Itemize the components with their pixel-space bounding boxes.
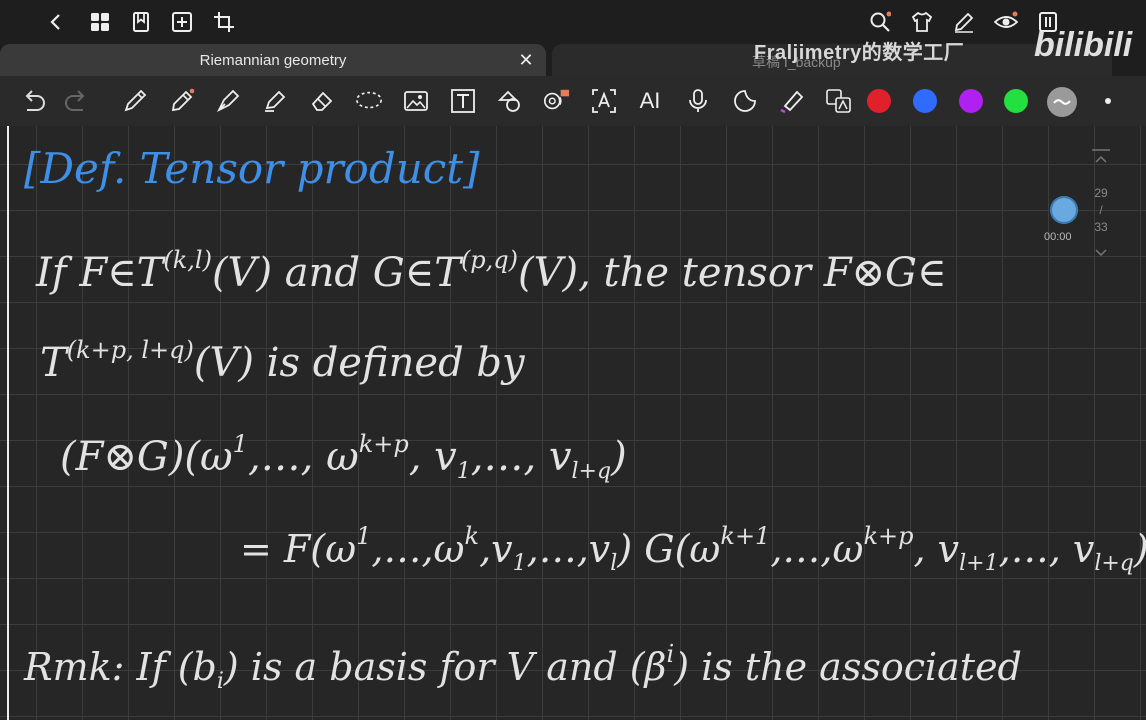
crop-icon[interactable]	[210, 8, 238, 36]
note-text: T	[40, 340, 67, 386]
note-text: Rmk: If (b	[24, 645, 217, 689]
note-superscript: k+p	[358, 430, 409, 458]
note-subscript: l+1	[959, 551, 999, 576]
recording-time: 00:00	[1044, 231, 1072, 243]
ocr-icon[interactable]	[542, 87, 570, 115]
tab-title: Riemannian geometry	[199, 52, 347, 69]
definition-heading: [Def. Tensor product]	[24, 144, 480, 193]
note-text: ) is the associated	[674, 645, 1022, 689]
undo-icon[interactable]	[20, 87, 48, 115]
note-text: ,…, v	[470, 434, 572, 480]
note-subscript: l+q	[1094, 551, 1134, 576]
drawing-toolbar: AI	[0, 76, 1146, 126]
note-text: ) G(ω	[617, 527, 721, 571]
note-superscript: k	[464, 522, 480, 550]
shapes-icon[interactable]	[496, 87, 524, 115]
note-line-4: = F(ω1,…,ωk,v1,…,vl) G(ωk+1,…,ωk+p, vl+1…	[240, 522, 1146, 576]
note-line-3: (F⊗G)(ω1,…, ωk+p, v1,…, vl+q)	[60, 430, 627, 484]
current-page: 29	[1094, 186, 1108, 200]
add-page-icon[interactable]	[168, 8, 196, 36]
color-blue-swatch[interactable]	[913, 89, 937, 113]
pen-style-swatch[interactable]	[1047, 87, 1077, 117]
note-canvas[interactable]	[0, 126, 1146, 720]
shirt-icon[interactable]	[908, 8, 936, 36]
note-text: ,…, ω	[247, 434, 359, 480]
note-subscript: 1	[512, 551, 527, 576]
note-text: )	[1134, 527, 1146, 571]
pencil-icon[interactable]	[168, 87, 196, 115]
close-icon[interactable]: ✕	[514, 48, 538, 72]
lasso-icon[interactable]	[355, 87, 383, 115]
eraser-icon[interactable]	[308, 87, 336, 115]
highlighter-icon[interactable]	[261, 87, 289, 115]
sticker-icon[interactable]	[731, 87, 759, 115]
color-purple-swatch[interactable]	[959, 89, 983, 113]
note-text: ,…,v	[526, 527, 611, 571]
bilibili-logo: bilibili	[1034, 26, 1133, 64]
page-separator: /	[1099, 203, 1103, 217]
tab-riemannian-geometry[interactable]: Riemannian geometry ✕	[0, 44, 546, 76]
note-line-1: If F∈T(k,l)(V) and G∈T(p,q)(V), the tens…	[36, 246, 947, 296]
edit-pen-icon[interactable]	[950, 8, 978, 36]
note-line-2: T(k+p, l+q)(V) is defined by	[40, 336, 525, 386]
color-red-swatch[interactable]	[867, 89, 891, 113]
note-text: ,v	[479, 527, 513, 571]
pen-icon[interactable]	[121, 87, 149, 115]
page-up-icon[interactable]	[1091, 148, 1111, 168]
color-green-swatch[interactable]	[1004, 89, 1028, 113]
note-text: ,…,ω	[371, 527, 465, 571]
laser-pointer-icon[interactable]	[778, 87, 806, 115]
note-text: If F∈T	[36, 250, 164, 296]
page-indicator: 29 / 33	[1086, 148, 1116, 268]
total-pages: 33	[1094, 220, 1108, 234]
text-recognition-icon[interactable]	[590, 87, 618, 115]
note-text: ) is a basis for V and (β	[223, 645, 667, 689]
ai-button[interactable]: AI	[636, 87, 664, 115]
note-text: (F⊗G)(ω	[60, 434, 233, 480]
note-text: )	[611, 434, 627, 480]
microphone-icon[interactable]	[684, 87, 712, 115]
note-text: = F(ω	[240, 527, 357, 571]
note-superscript: (p,q)	[460, 246, 519, 274]
note-superscript: k+p	[863, 522, 914, 550]
text-box-icon[interactable]	[449, 87, 477, 115]
note-text: (V) is defined by	[193, 340, 525, 386]
note-superscript: (k+p, l+q)	[66, 336, 194, 364]
translate-icon[interactable]	[825, 87, 853, 115]
page-down-icon[interactable]	[1091, 244, 1111, 264]
grid-view-icon[interactable]	[86, 8, 114, 36]
tab-strip: Riemannian geometry ✕ 草稿 I_backup	[0, 44, 1146, 76]
note-text: , v	[408, 434, 457, 480]
more-dot-icon[interactable]	[1094, 87, 1122, 115]
channel-watermark: Fraljimetry的数学工厂	[754, 42, 965, 64]
note-superscript: 1	[356, 522, 372, 550]
note-subscript: l+q	[571, 459, 612, 484]
note-superscript: 1	[232, 430, 248, 458]
top-bar	[0, 0, 1146, 44]
redo-icon[interactable]	[62, 87, 90, 115]
search-icon[interactable]	[866, 8, 894, 36]
image-icon[interactable]	[402, 87, 430, 115]
page-margin-line	[7, 126, 9, 720]
note-text: (V) and G∈T	[211, 250, 461, 296]
bookmark-icon[interactable]	[127, 8, 155, 36]
fountain-pen-icon[interactable]	[214, 87, 242, 115]
note-text: ,…, v	[998, 527, 1095, 571]
note-subscript: i	[216, 669, 224, 694]
back-icon[interactable]	[42, 8, 70, 36]
note-superscript: (k,l)	[163, 246, 212, 274]
note-subscript: 1	[456, 459, 471, 484]
recording-button[interactable]	[1050, 196, 1078, 224]
note-superscript: k+1	[720, 522, 771, 550]
note-line-5: Rmk: If (bi) is a basis for V and (βi) i…	[24, 640, 1022, 694]
note-text: , v	[913, 527, 960, 571]
note-text: ,…,ω	[770, 527, 864, 571]
eye-icon[interactable]	[992, 8, 1020, 36]
note-text: (V), the tensor F⊗G∈	[518, 250, 947, 296]
